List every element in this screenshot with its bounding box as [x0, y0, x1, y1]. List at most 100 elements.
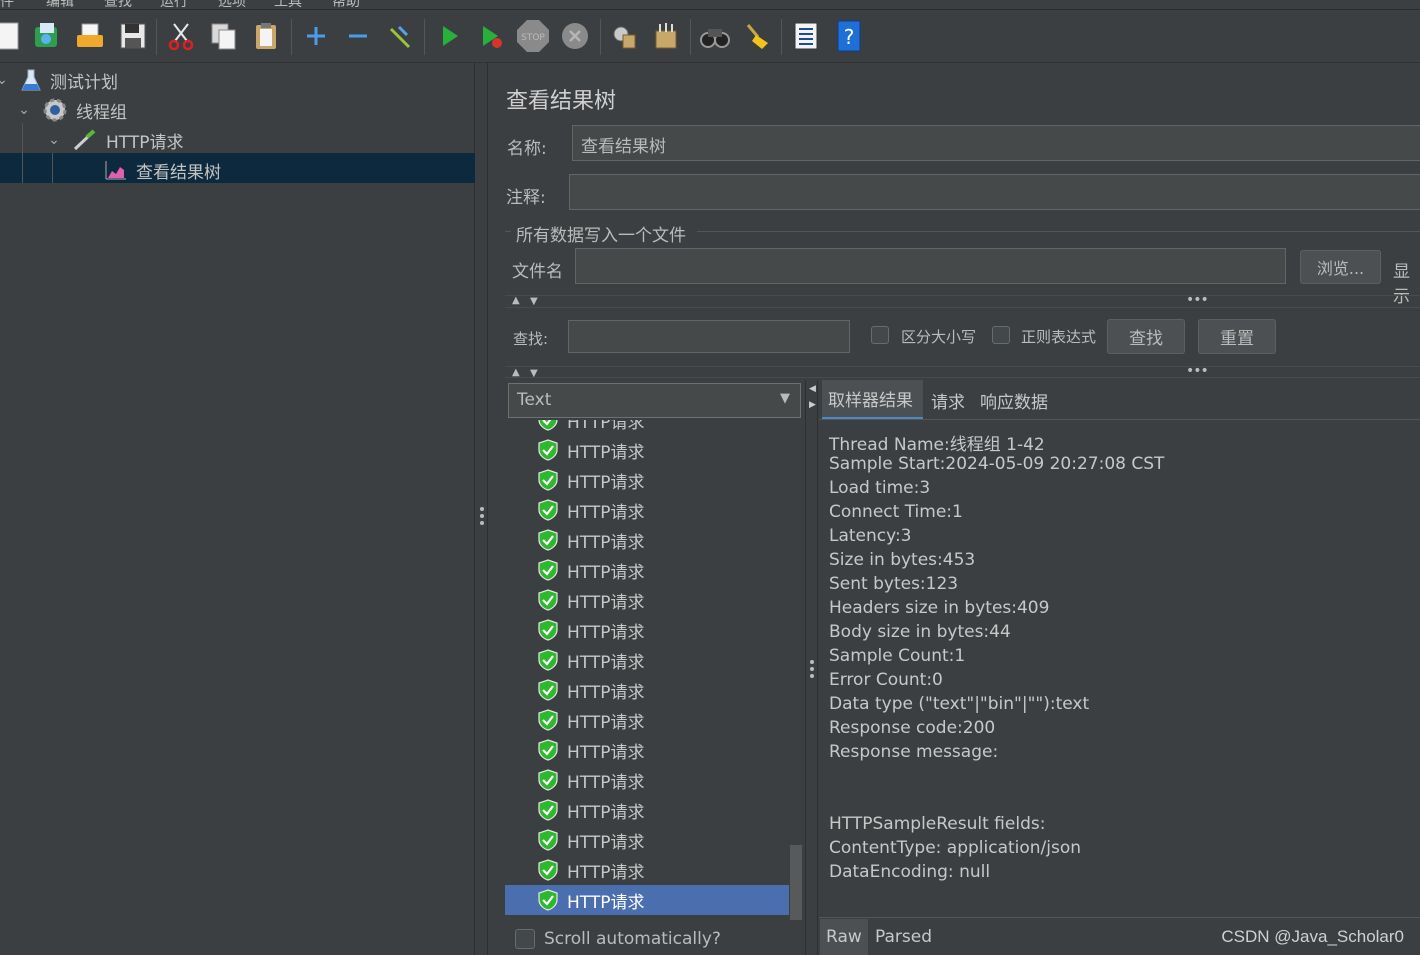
- result-line: Load time:3: [829, 478, 931, 498]
- reset-search-icon[interactable]: [740, 19, 774, 53]
- results-splitter[interactable]: ◀ ▶: [805, 380, 818, 955]
- menu-file[interactable]: 文件: [0, 0, 14, 9]
- result-line: Latency:3: [829, 526, 912, 546]
- cut-icon[interactable]: [164, 19, 198, 53]
- list-item-label: HTTP请求: [567, 742, 645, 763]
- result-line: Sent bytes:123: [829, 574, 959, 594]
- function-helper-icon[interactable]: [789, 19, 823, 53]
- list-item[interactable]: HTTP请求: [505, 885, 789, 915]
- list-item-label: HTTP请求: [567, 712, 645, 733]
- new-icon[interactable]: [0, 19, 26, 53]
- success-shield-icon: [538, 769, 558, 791]
- menu-bar: 文件 编辑 查找 运行 选项 工具 帮助: [0, 0, 1420, 10]
- list-item[interactable]: HTTP请求: [505, 645, 789, 675]
- success-shield-icon: [538, 859, 558, 881]
- clear-icon[interactable]: [607, 19, 641, 53]
- menu-options[interactable]: 选项: [218, 0, 246, 9]
- list-item[interactable]: HTTP请求: [505, 435, 789, 465]
- tab-response-data[interactable]: 响应数据: [974, 380, 1054, 420]
- collapse-icon[interactable]: [341, 19, 375, 53]
- menu-help[interactable]: 帮助: [332, 0, 360, 9]
- list-item[interactable]: HTTP请求: [505, 825, 789, 855]
- list-item[interactable]: HTTP请求: [505, 615, 789, 645]
- menu-run[interactable]: 运行: [160, 0, 188, 9]
- page-title: 查看结果树: [506, 89, 617, 114]
- tree-node-view-results-tree[interactable]: 查看结果树: [104, 155, 221, 185]
- display-label: 显示: [1393, 262, 1410, 307]
- chevron-down-icon[interactable]: ⌄: [0, 72, 10, 88]
- name-field[interactable]: 查看结果树: [572, 125, 1420, 161]
- tab-sampler-result[interactable]: 取样器结果: [822, 380, 923, 420]
- success-shield-icon: [538, 829, 558, 851]
- find-button[interactable]: 查找: [1107, 319, 1185, 354]
- tree-node-http-request[interactable]: ⌄ HTTP请求: [46, 125, 184, 155]
- chevron-down-icon[interactable]: ⌄: [46, 132, 62, 148]
- start-icon[interactable]: [432, 19, 466, 53]
- shutdown-icon[interactable]: [558, 19, 592, 53]
- gear-icon: [43, 98, 67, 122]
- menu-tools[interactable]: 工具: [274, 0, 302, 9]
- search-label: 查找:: [513, 330, 549, 348]
- comment-field[interactable]: [569, 174, 1420, 210]
- tab-request[interactable]: 请求: [925, 380, 971, 420]
- list-item[interactable]: HTTP请求: [505, 555, 789, 585]
- success-shield-icon: [538, 499, 558, 521]
- result-line: Sample Count:1: [829, 646, 966, 666]
- collapse-down-icon[interactable]: ▼: [530, 296, 538, 307]
- collapse-up-icon[interactable]: ▲: [512, 295, 520, 306]
- menu-edit[interactable]: 编辑: [46, 0, 74, 9]
- save-icon[interactable]: [116, 19, 150, 53]
- list-scrollbar[interactable]: [790, 845, 802, 920]
- list-item-label: HTTP请求: [567, 802, 645, 823]
- regex-label: 正则表达式: [1021, 328, 1097, 346]
- search-input[interactable]: [568, 320, 850, 353]
- tab-parsed[interactable]: Parsed: [869, 919, 938, 955]
- open-icon[interactable]: [73, 19, 107, 53]
- list-item[interactable]: HTTP请求: [505, 855, 789, 885]
- start-no-pause-icon[interactable]: [474, 19, 508, 53]
- tree-node-thread-group[interactable]: ⌄ 线程组: [16, 95, 127, 125]
- browse-button[interactable]: 浏览...: [1300, 250, 1381, 284]
- templates-icon[interactable]: [30, 19, 64, 53]
- scroll-automatically-checkbox[interactable]: [515, 929, 535, 949]
- list-item[interactable]: HTTP请求: [505, 495, 789, 525]
- name-label: 名称:: [507, 139, 547, 159]
- search-icon[interactable]: [698, 19, 732, 53]
- more-options-icon[interactable]: •••: [1186, 292, 1209, 308]
- result-line: DataEncoding: null: [829, 862, 991, 882]
- list-item[interactable]: HTTP请求: [505, 525, 789, 555]
- list-item[interactable]: HTTP请求: [505, 675, 789, 705]
- paste-icon[interactable]: [249, 19, 283, 53]
- expand-icon[interactable]: [299, 19, 333, 53]
- help-icon[interactable]: ?: [832, 19, 866, 53]
- chevron-down-icon[interactable]: ⌄: [16, 102, 32, 118]
- vertical-splitter[interactable]: [476, 63, 488, 955]
- filename-field[interactable]: [575, 248, 1286, 284]
- case-sensitive-checkbox[interactable]: [871, 326, 889, 344]
- toggle-icon[interactable]: [383, 19, 417, 53]
- list-item-label: HTTP请求: [567, 622, 645, 643]
- result-line: Response message:: [829, 742, 999, 762]
- list-item[interactable]: HTTP请求: [505, 765, 789, 795]
- stop-icon[interactable]: STOP: [516, 19, 550, 53]
- regex-checkbox[interactable]: [992, 326, 1010, 344]
- success-shield-icon: [538, 889, 558, 911]
- list-item[interactable]: HTTP请求: [505, 585, 789, 615]
- reset-button[interactable]: 重置: [1198, 319, 1276, 354]
- renderer-select[interactable]: Text ▼: [508, 383, 801, 418]
- list-item-label: HTTP请求: [567, 862, 645, 883]
- list-item[interactable]: HTTP请求: [505, 420, 789, 435]
- list-item[interactable]: HTTP请求: [505, 465, 789, 495]
- list-item[interactable]: HTTP请求: [505, 795, 789, 825]
- list-item-label: HTTP请求: [567, 472, 645, 493]
- clear-all-icon[interactable]: [649, 19, 683, 53]
- result-line: Body size in bytes:44: [829, 622, 1011, 642]
- list-item[interactable]: HTTP请求: [505, 735, 789, 765]
- tree-node-test-plan[interactable]: ⌄ 测试计划: [0, 65, 118, 95]
- tab-raw[interactable]: Raw: [820, 919, 868, 955]
- filename-label: 文件名: [512, 262, 563, 282]
- menu-search[interactable]: 查找: [104, 0, 132, 9]
- case-sensitive-label: 区分大小写: [901, 328, 977, 346]
- copy-icon[interactable]: [207, 19, 241, 53]
- list-item[interactable]: HTTP请求: [505, 705, 789, 735]
